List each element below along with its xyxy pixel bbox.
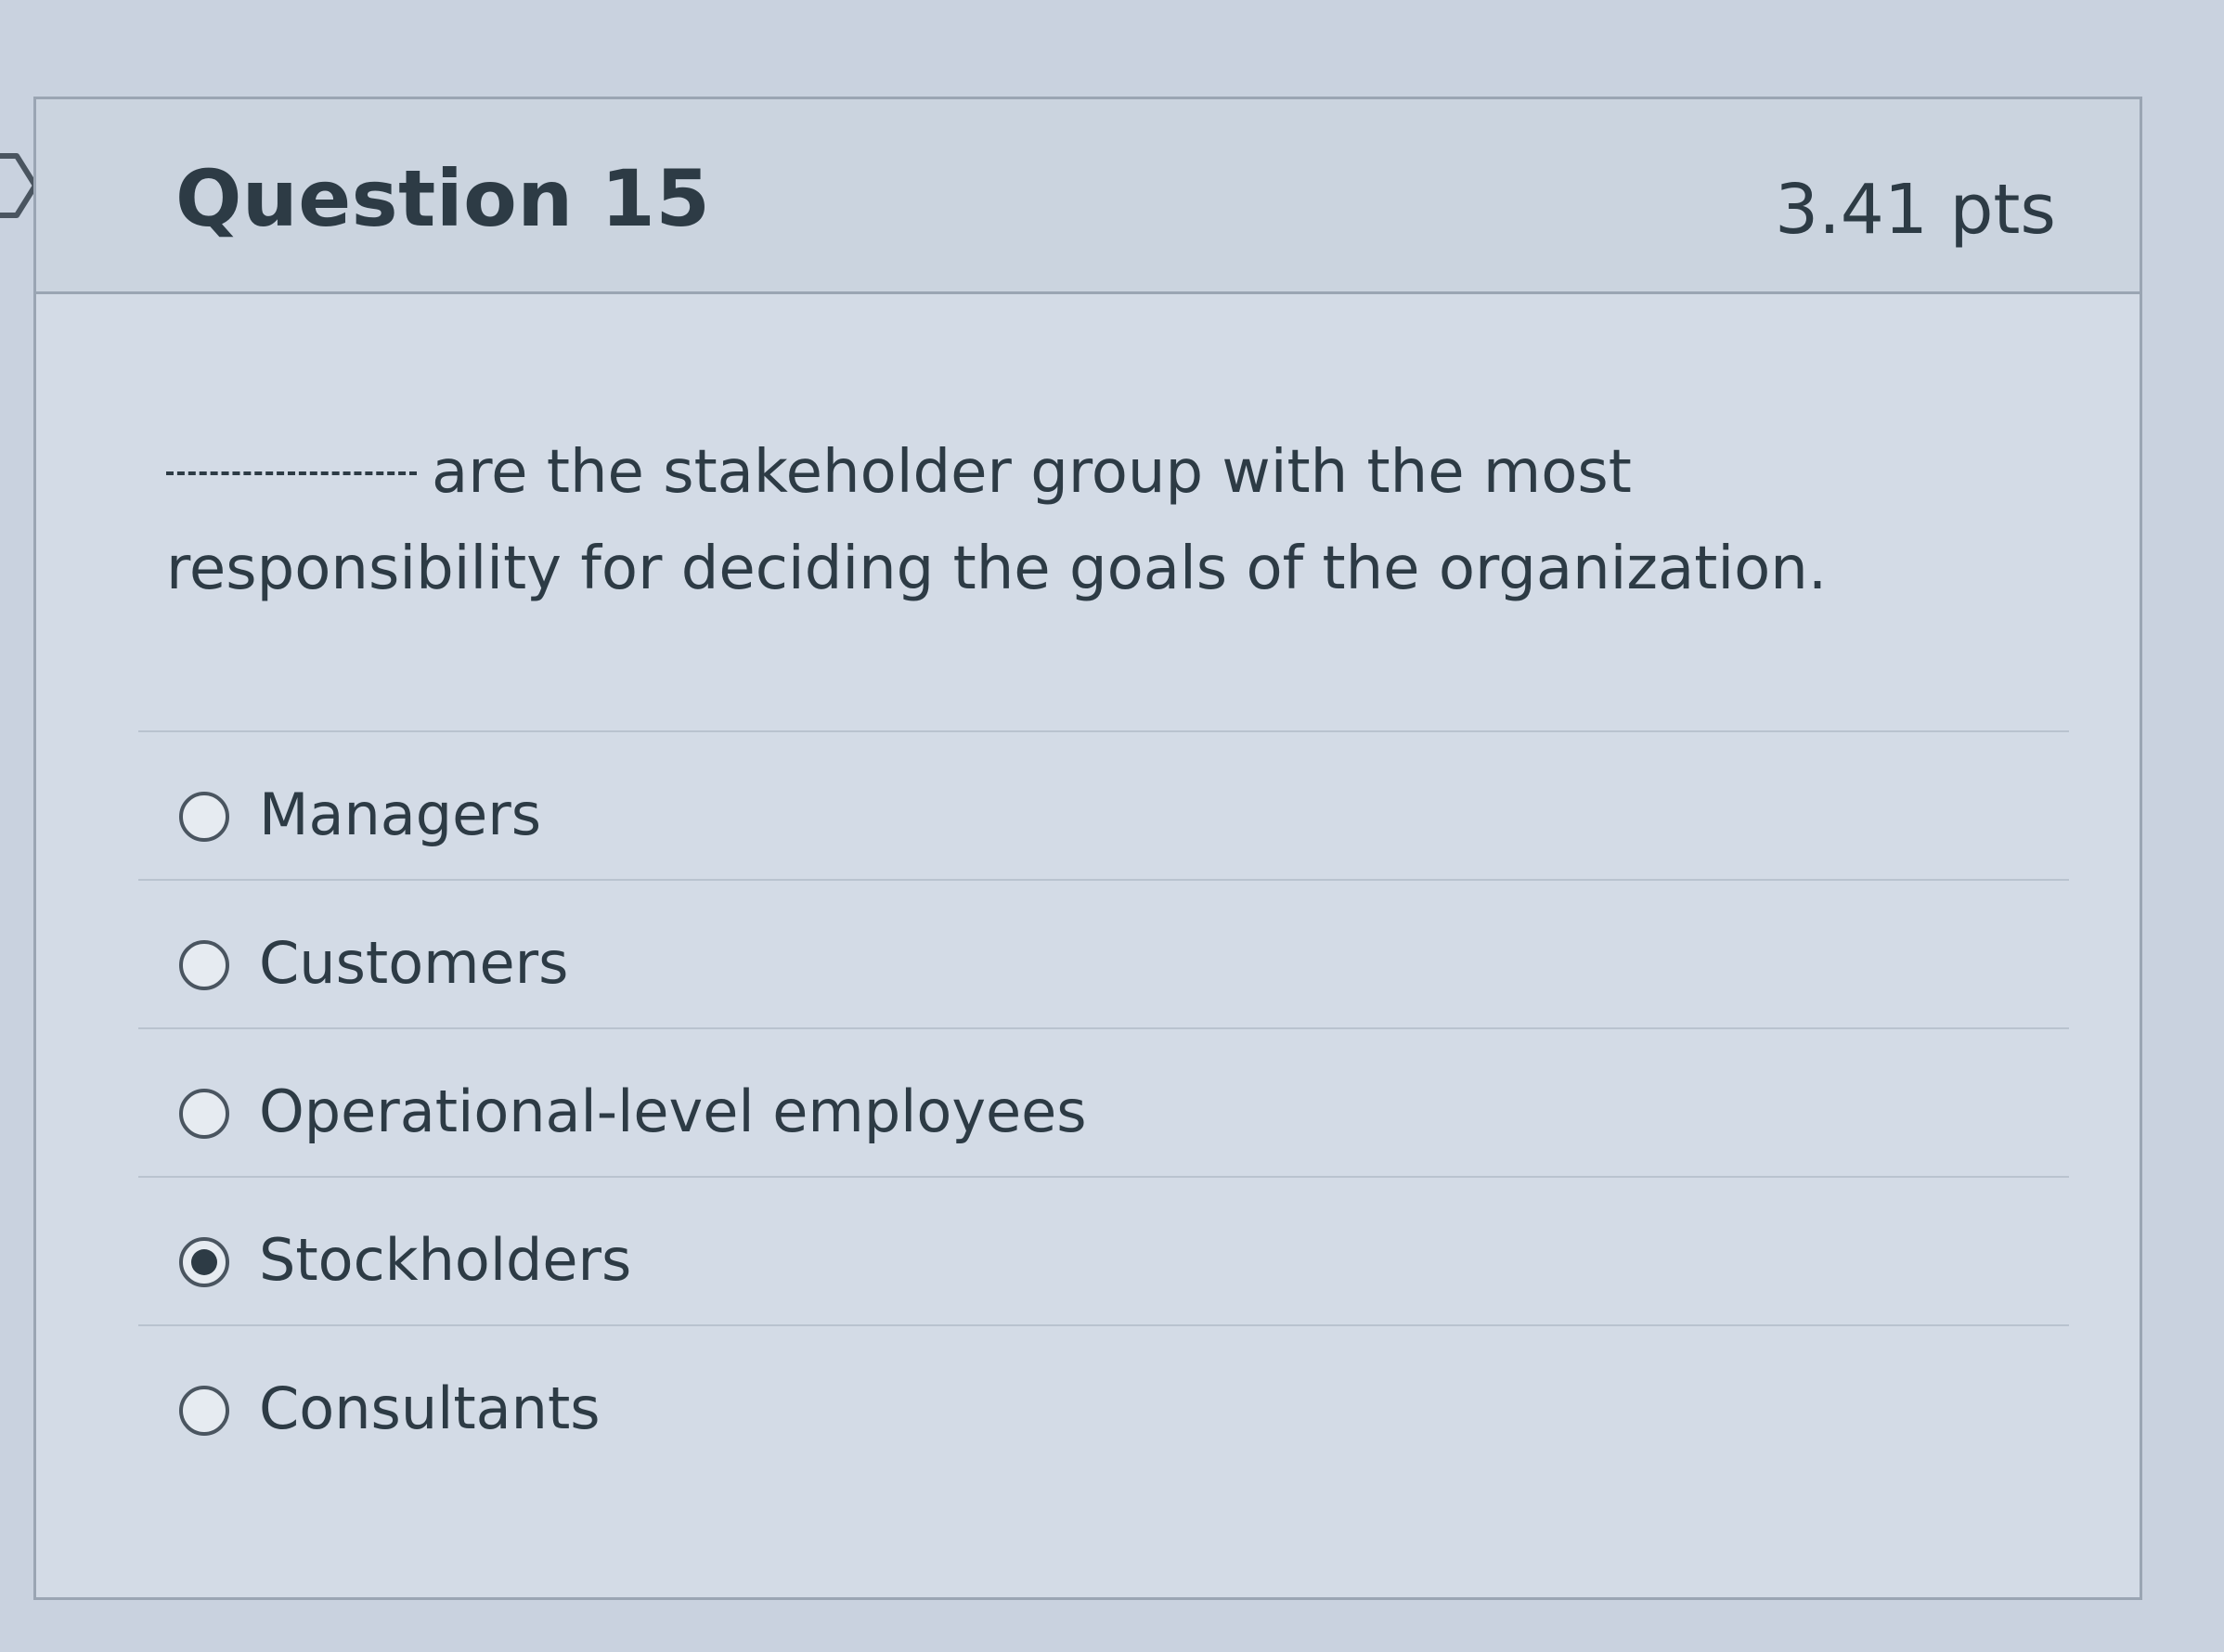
fill-in-blank	[166, 470, 417, 476]
answer-label[interactable]: Managers	[259, 781, 541, 848]
question-card: Question 15 3.41 pts are the stakeholder…	[33, 97, 2142, 1600]
radio-button[interactable]	[179, 792, 229, 842]
answer-list: Managers Customers Operational-level emp…	[138, 730, 2069, 1473]
answer-option[interactable]: Customers	[138, 879, 2069, 1027]
question-points: 3.41 pts	[1775, 170, 2056, 250]
answer-label[interactable]: Operational-level employees	[259, 1078, 1087, 1145]
radio-button[interactable]	[179, 940, 229, 990]
answer-label[interactable]: Customers	[259, 929, 568, 997]
question-text: are the stakeholder group with the most …	[166, 424, 1930, 617]
answer-option[interactable]: Managers	[138, 730, 2069, 879]
radio-button[interactable]	[179, 1386, 229, 1436]
question-header: Question 15 3.41 pts	[36, 99, 2140, 294]
answer-option[interactable]: Operational-level employees	[138, 1027, 2069, 1176]
question-title: Question 15	[175, 153, 711, 244]
question-prompt: are the stakeholder group with the most …	[166, 438, 1828, 603]
answer-label[interactable]: Stockholders	[259, 1226, 631, 1294]
answer-option[interactable]: Consultants	[138, 1324, 2069, 1473]
radio-button[interactable]	[179, 1089, 229, 1139]
answer-option[interactable]: Stockholders	[138, 1176, 2069, 1324]
answer-label[interactable]: Consultants	[259, 1375, 601, 1442]
radio-button-selected[interactable]	[179, 1237, 229, 1287]
